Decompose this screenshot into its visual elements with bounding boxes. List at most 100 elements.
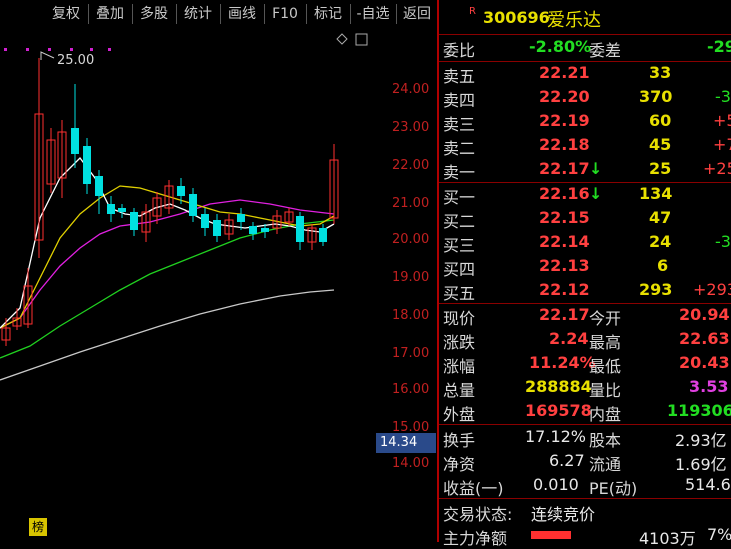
overlay-button[interactable]: 叠加 [90,3,130,25]
back-button[interactable]: 返回 [397,3,437,25]
info-row: 换手 17.12% 股本 2.93亿 [439,427,731,451]
info-value: 1.69亿 [675,455,727,474]
stats-row: 外盘 169578 内盘 119306 [439,401,731,425]
event-markers [4,48,111,51]
sell-volume: 45 [649,135,672,154]
candle [118,208,126,212]
weicha-label: 委差 [589,41,622,60]
sell-volume: 60 [649,111,672,130]
stat-value: 20.43 [679,353,730,372]
candle [95,176,103,196]
sell-row[interactable]: 卖五 22.21 33 [439,63,731,87]
info-label: 流通 [589,455,622,474]
sell-row[interactable]: 卖三 22.19 60 +5 [439,111,731,135]
buy-row[interactable]: 买一 22.16 ↓ 134 [439,184,731,208]
stat-label: 总量 [443,381,476,400]
stats-row: 总量 288884 量比 3.53 [439,377,731,401]
mark-button[interactable]: 标记 [308,3,348,25]
sell-price: 22.21 [539,63,590,82]
buy-row[interactable]: 买四 22.13 6 [439,256,731,280]
candle [249,226,257,234]
stat-value: 2.24 [549,329,589,348]
candles [1,58,339,346]
candle [177,186,185,196]
stat-value: 119306 [667,401,731,420]
sell-row[interactable]: 卖一 22.17 ↓ 25 +25 [439,159,731,183]
price-axis: 24.00 23.00 22.00 21.00 20.00 19.00 18.0… [376,28,438,542]
ma30-line [0,219,335,359]
main-net-percent: 7% [707,525,731,544]
sell-volume: 33 [649,63,672,82]
candle [319,228,327,242]
candle [130,212,138,230]
buy-price: 22.12 [539,280,590,299]
trade-status-label: 交易状态: [443,505,513,524]
y-tick: 23.00 [392,120,430,135]
r-mark: R [469,6,476,17]
info-row: 净资 6.27 流通 1.69亿 [439,451,731,475]
stats-row: 涨跌 2.24 最高 22.63 [439,329,731,353]
stat-value: 11.24% [529,353,596,372]
candle [296,216,304,242]
y-tick: 22.00 [392,158,430,173]
ma20-line [0,199,335,329]
ma60-line [0,289,335,381]
info-label: 换手 [443,431,476,450]
weibi-label: 委比 [443,41,476,60]
stat-value: 22.17 [539,305,590,324]
stat-value: 288884 [525,377,592,396]
draw-line-button[interactable]: 画线 [222,3,262,25]
weibi-value: -2.80% [529,37,592,56]
peak-leader [40,51,55,60]
candlestick-chart[interactable]: 25.00 [0,28,376,542]
fuquan-button[interactable]: 复权 [46,3,86,25]
buy-label: 买一 [443,188,476,207]
weibi-row: 委比 -2.80% 委差 -29 [439,37,731,61]
stat-value: 20.94 [679,305,730,324]
y-tick: 19.00 [392,270,430,285]
info-label: 股本 [589,431,622,450]
buy-row[interactable]: 买五 22.12 293 +293 [439,280,731,304]
y-tick: 14.00 [392,456,430,471]
sell-row[interactable]: 卖二 22.18 45 +7 [439,135,731,159]
statistics-button[interactable]: 统计 [178,3,218,25]
buy-row[interactable]: 买三 22.14 24 -3 [439,232,731,256]
candle [71,128,79,154]
buy-label: 买五 [443,284,476,303]
f10-button[interactable]: F10 [266,3,304,25]
stock-header: R 300696 爱乐达 [439,6,731,31]
info-value: 6.27 [549,451,585,470]
stat-value: 22.63 [679,329,730,348]
stat-label: 现价 [443,309,476,328]
current-price-marker: 14.34 [376,433,436,453]
stat-label: 涨跌 [443,333,476,352]
sell-change: +7 [713,135,731,154]
buy-price: 22.15 [539,208,590,227]
trade-status-row: 交易状态: 连续竞价 [439,501,731,525]
weicha-value: -29 [707,37,731,56]
info-label: 收益(一) [443,479,504,498]
sell-row[interactable]: 卖四 22.20 370 -3 [439,87,731,111]
multi-stock-button[interactable]: 多股 [134,3,174,25]
candle [83,146,91,184]
remove-watchlist-button[interactable]: -自选 [351,3,395,25]
toolbar-divider [220,4,221,24]
buy-row[interactable]: 买二 22.15 47 [439,208,731,232]
y-tick: 16.00 [392,382,430,397]
buy-price: 22.16 [539,184,590,203]
buy-change: +293 [693,280,731,299]
buy-volume: 134 [639,184,673,203]
down-arrow-icon: ↓ [589,159,603,178]
rank-tag[interactable]: 榜 [29,518,47,536]
sell-price: 22.17 [539,159,590,178]
info-value: 514.6 [685,475,731,494]
main-net-bar [531,531,571,539]
sell-label: 卖五 [443,67,476,86]
sell-label: 卖二 [443,139,476,158]
stat-label: 内盘 [589,405,622,424]
sell-change: +5 [713,111,731,130]
chart-toolbar: 复权 叠加 多股 统计 画线 F10 标记 -自选 返回 [0,0,438,28]
stat-value: 169578 [525,401,592,420]
quote-panel: R 300696 爱乐达 委比 -2.80% 委差 -29 卖五 22.21 3… [439,0,731,548]
stat-label: 外盘 [443,405,476,424]
